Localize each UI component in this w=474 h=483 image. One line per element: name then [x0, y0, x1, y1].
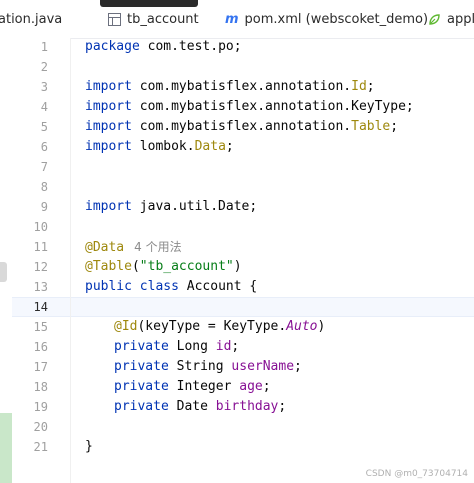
line-number: 21	[33, 440, 48, 454]
vcs-added-lines-marker	[0, 413, 12, 483]
line-number: 16	[33, 340, 48, 354]
code-line-data-annotation[interactable]: @Data 4 个用法	[85, 237, 182, 257]
line-number: 12	[33, 260, 48, 274]
code-line-field-age[interactable]: private Integer age;	[114, 377, 271, 397]
editor-tab-bar: ation.java tb_account m pom.xml (webscok…	[0, 0, 474, 39]
usages-inlay-hint[interactable]: 4 个用法	[134, 240, 181, 254]
line-number: 17	[33, 360, 48, 374]
tab-label: appli	[447, 11, 474, 27]
line-number: 7	[40, 160, 48, 174]
line-number: 8	[40, 180, 48, 194]
table-icon	[108, 12, 121, 26]
spring-leaf-icon	[428, 13, 441, 26]
line-number: 1	[40, 40, 48, 54]
code-line-import-data[interactable]: import lombok.Data;	[85, 137, 234, 157]
tab-label: ation.java	[0, 11, 63, 27]
tab-label: tb_account	[127, 11, 199, 27]
tab-pom-xml[interactable]: m pom.xml (webscoket_demo)	[225, 0, 428, 38]
code-line-field-username[interactable]: private String userName;	[114, 357, 302, 377]
tab-tb-account[interactable]: tb_account	[108, 0, 199, 38]
maven-m-icon: m	[225, 11, 239, 27]
code-line-import-id[interactable]: import com.mybatisflex.annotation.Id;	[85, 77, 375, 97]
line-number: 18	[33, 380, 48, 394]
code-line-field-birthday[interactable]: private Date birthday;	[114, 397, 286, 417]
line-number: 9	[40, 200, 48, 214]
line-number: 4	[40, 100, 48, 114]
code-line-import-date[interactable]: import java.util.Date;	[85, 197, 257, 217]
code-line-package[interactable]: package com.test.po;	[85, 37, 242, 57]
gutter-divider	[70, 38, 71, 483]
code-line-import-keytype[interactable]: import com.mybatisflex.annotation.KeyTyp…	[85, 97, 414, 117]
code-line-class-declaration[interactable]: public class Account {	[85, 277, 257, 297]
line-number: 13	[33, 280, 48, 294]
line-number: 11	[33, 240, 48, 254]
line-number: 20	[33, 420, 48, 434]
code-line-field-id[interactable]: private Long id;	[114, 337, 239, 357]
code-line-table-annotation[interactable]: @Table("tb_account")	[85, 257, 242, 277]
code-line-closing-brace[interactable]: }	[85, 437, 93, 457]
code-line-import-table[interactable]: import com.mybatisflex.annotation.Table;	[85, 117, 398, 137]
line-number-current: 14	[33, 300, 48, 314]
line-number: 3	[40, 80, 48, 94]
line-number: 15	[33, 320, 48, 334]
tab-java-file[interactable]: ation.java	[0, 0, 62, 38]
current-line-highlight	[0, 297, 474, 317]
tab-application[interactable]: appli	[428, 0, 474, 38]
line-number: 6	[40, 140, 48, 154]
line-number: 19	[33, 400, 48, 414]
watermark: CSDN @m0_73704714	[365, 469, 468, 479]
code-line-id-annotation[interactable]: @Id(keyType = KeyType.Auto)	[114, 317, 325, 337]
line-number: 5	[40, 120, 48, 134]
line-number: 2	[40, 60, 48, 74]
line-number: 10	[33, 220, 48, 234]
tab-label: pom.xml (webscoket_demo)	[244, 11, 429, 27]
horizontal-scroll-thumb[interactable]	[0, 262, 7, 282]
